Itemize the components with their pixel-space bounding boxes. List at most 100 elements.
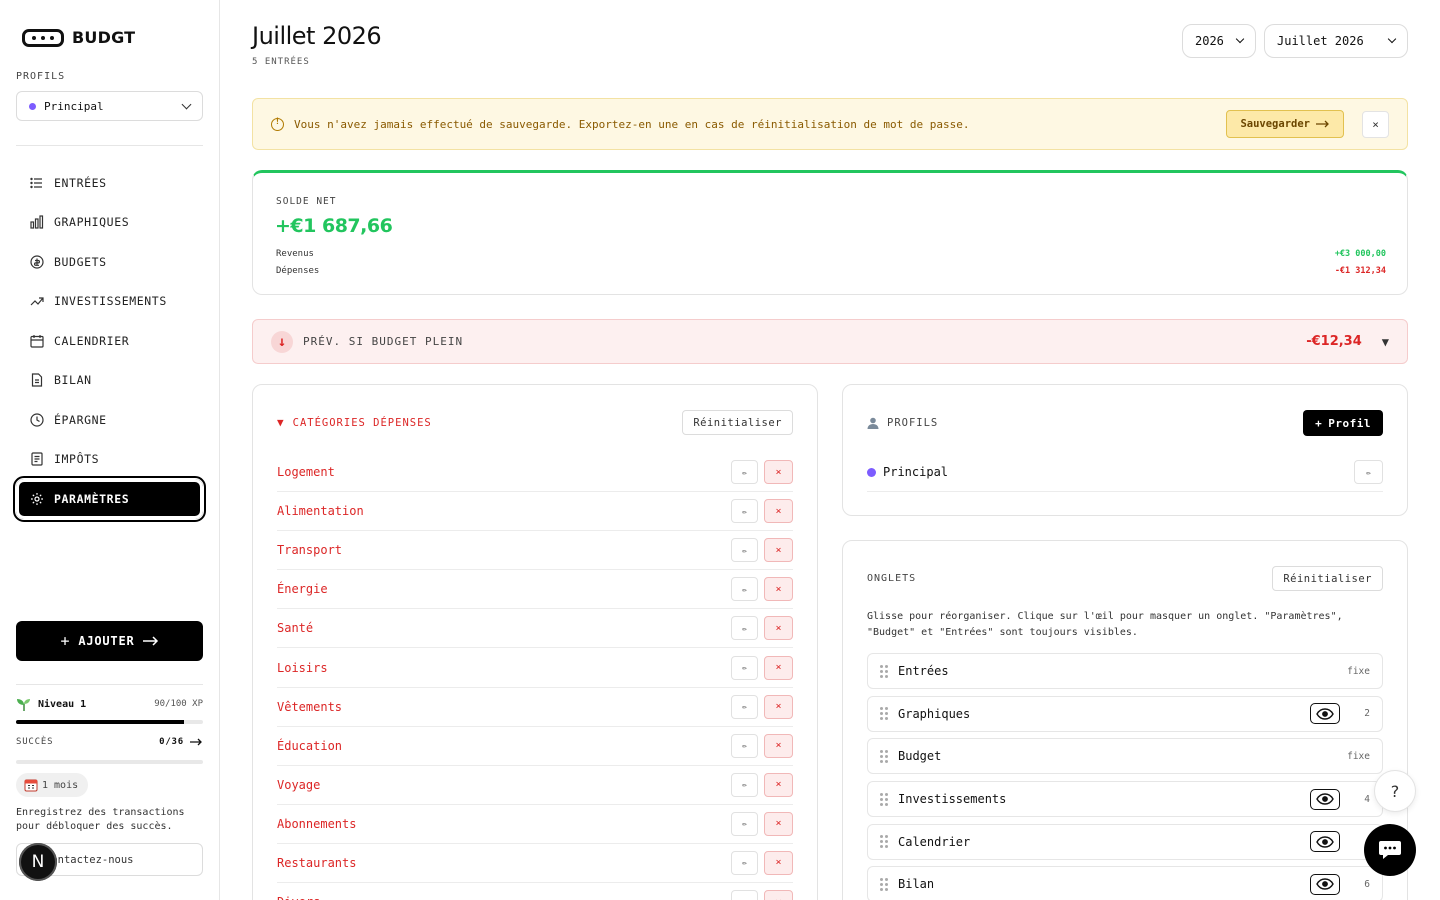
eye-icon bbox=[1316, 707, 1334, 720]
add-profile-button[interactable]: + Profil bbox=[1303, 410, 1383, 436]
edit-category-button[interactable]: ✏ bbox=[731, 499, 758, 524]
delete-category-button[interactable]: × bbox=[764, 811, 793, 836]
tab-order-name: Investissements bbox=[898, 792, 1007, 807]
toggle-visibility-button[interactable] bbox=[1310, 873, 1340, 895]
eye-icon bbox=[1316, 793, 1334, 805]
expense-row: Dépenses -€1 312,34 bbox=[276, 266, 1386, 276]
sidebar-item-graphiques[interactable]: GRAPHIQUES bbox=[16, 203, 203, 243]
tab-order-row[interactable]: Graphiques 2 bbox=[867, 695, 1383, 732]
delete-category-button[interactable]: × bbox=[764, 460, 793, 485]
chevron-down-icon bbox=[181, 99, 192, 109]
tab-order-row[interactable]: Investissements 4 bbox=[867, 781, 1383, 818]
tab-order-row[interactable]: Entrées fixe bbox=[867, 653, 1383, 689]
income-row: Revenus +€3 000,00 bbox=[276, 249, 1386, 259]
month-select[interactable]: Juillet 2026 bbox=[1264, 24, 1408, 58]
add-entry-label: AJOUTER bbox=[78, 634, 135, 648]
sidebar-item-entrees[interactable]: ENTRÉES bbox=[16, 163, 203, 203]
eye-icon bbox=[1316, 878, 1334, 891]
expand-triangle-icon[interactable]: ▼ bbox=[1382, 335, 1389, 349]
delete-category-button[interactable]: × bbox=[764, 655, 793, 680]
tab-order-number: 4 bbox=[1364, 793, 1370, 805]
delete-category-button[interactable]: × bbox=[764, 616, 793, 641]
edit-category-button[interactable]: ✏ bbox=[731, 850, 758, 875]
delete-category-button[interactable]: × bbox=[764, 538, 793, 563]
category-row: Transport ✏ × bbox=[277, 531, 793, 571]
edit-category-button[interactable]: ✏ bbox=[731, 538, 758, 563]
app-logo[interactable]: BUDGT bbox=[22, 28, 135, 47]
edit-category-button[interactable]: ✏ bbox=[731, 616, 758, 641]
tab-order-row[interactable]: Budget fixe bbox=[867, 738, 1383, 775]
app-name: BUDGT bbox=[72, 28, 136, 47]
help-button[interactable]: ? bbox=[1374, 770, 1416, 812]
delete-category-button[interactable]: × bbox=[764, 499, 793, 524]
sidebar-item-calendrier[interactable]: CALENDRIER bbox=[16, 321, 203, 361]
profiles-title-text: PROFILS bbox=[887, 417, 939, 429]
profile-select[interactable]: Principal bbox=[16, 91, 203, 121]
sidebar-item-label: CALENDRIER bbox=[54, 333, 130, 348]
edit-category-button[interactable]: ✏ bbox=[731, 772, 758, 797]
plus-icon: + bbox=[60, 632, 71, 650]
receipt-icon bbox=[31, 452, 43, 466]
category-row: Restaurants ✏ × bbox=[277, 844, 793, 884]
tab-order-row[interactable]: Calendrier bbox=[867, 823, 1383, 860]
sidebar-item-parametres[interactable]: PARAMÈTRES bbox=[13, 476, 206, 522]
entries-count: 5 ENTRÉES bbox=[252, 57, 310, 67]
sidebar-item-epargne[interactable]: ÉPARGNE bbox=[16, 400, 203, 440]
tab-order-row[interactable]: Bilan 6 bbox=[867, 866, 1383, 900]
eye-icon bbox=[1316, 836, 1334, 848]
year-select[interactable]: 2026 bbox=[1182, 24, 1256, 58]
delete-category-button[interactable]: × bbox=[764, 850, 793, 875]
coin-icon bbox=[30, 255, 44, 269]
reset-categories-button[interactable]: Réinitialiser bbox=[682, 410, 793, 435]
sidebar-divider bbox=[16, 145, 203, 146]
sidebar: BUDGT PROFILS Principal ENTRÉES GRAPHIQU… bbox=[0, 0, 220, 900]
backup-save-button[interactable]: Sauvegarder bbox=[1226, 110, 1344, 138]
avatar[interactable]: N bbox=[19, 843, 57, 881]
close-icon[interactable]: × bbox=[1362, 110, 1389, 138]
page-title: Juillet 2026 bbox=[252, 22, 382, 50]
chat-button[interactable] bbox=[1364, 824, 1416, 876]
edit-category-button[interactable]: ✏ bbox=[731, 890, 758, 900]
category-row: Loisirs ✏ × bbox=[277, 648, 793, 688]
toggle-visibility-button[interactable] bbox=[1310, 703, 1340, 725]
drag-handle-icon[interactable] bbox=[880, 792, 888, 806]
edit-category-button[interactable]: ✏ bbox=[731, 694, 758, 719]
tabs-title: ONGLETS bbox=[867, 573, 917, 584]
sidebar-item-investissements[interactable]: INVESTISSEMENTS bbox=[16, 282, 203, 322]
category-name: Éducation bbox=[277, 738, 343, 753]
delete-category-button[interactable]: × bbox=[764, 733, 793, 758]
delete-category-button[interactable]: × bbox=[764, 694, 793, 719]
clock-icon bbox=[30, 413, 44, 427]
drag-handle-icon[interactable] bbox=[880, 707, 888, 721]
sidebar-item-impots[interactable]: IMPÔTS bbox=[16, 440, 203, 480]
delete-category-button[interactable]: × bbox=[764, 890, 793, 900]
edit-category-button[interactable]: ✏ bbox=[731, 733, 758, 758]
chat-bubble-icon bbox=[1379, 841, 1401, 859]
drag-handle-icon[interactable] bbox=[880, 749, 888, 763]
calendar-icon bbox=[30, 334, 44, 348]
drag-handle-icon[interactable] bbox=[880, 835, 888, 849]
edit-profile-button[interactable]: ✏ bbox=[1354, 460, 1383, 484]
sidebar-item-label: BUDGETS bbox=[54, 254, 107, 269]
year-select-value: 2026 bbox=[1195, 34, 1224, 48]
edit-category-button[interactable]: ✏ bbox=[731, 460, 758, 485]
delete-category-button[interactable]: × bbox=[764, 577, 793, 602]
sidebar-item-bilan[interactable]: BILAN bbox=[16, 361, 203, 401]
forecast-panel[interactable]: ↓ PRÉV. SI BUDGET PLEIN -€12,34 ▼ bbox=[252, 319, 1408, 364]
success-link[interactable]: SUCCÈS 0/36 bbox=[16, 737, 203, 747]
reset-tabs-button[interactable]: Réinitialiser bbox=[1272, 566, 1383, 591]
edit-category-button[interactable]: ✏ bbox=[731, 655, 758, 680]
toggle-visibility-button[interactable] bbox=[1310, 831, 1340, 853]
edit-category-button[interactable]: ✏ bbox=[731, 577, 758, 602]
sidebar-item-label: PARAMÈTRES bbox=[54, 491, 130, 506]
expense-label: Dépenses bbox=[276, 266, 320, 276]
toggle-visibility-button[interactable] bbox=[1310, 788, 1340, 810]
edit-category-button[interactable]: ✏ bbox=[731, 811, 758, 836]
tab-order-name: Bilan bbox=[898, 877, 935, 892]
sidebar-item-label: INVESTISSEMENTS bbox=[54, 294, 167, 309]
drag-handle-icon[interactable] bbox=[880, 664, 888, 678]
delete-category-button[interactable]: × bbox=[764, 772, 793, 797]
drag-handle-icon[interactable] bbox=[880, 877, 888, 891]
sidebar-item-budgets[interactable]: BUDGETS bbox=[16, 242, 203, 282]
add-entry-button[interactable]: + AJOUTER bbox=[16, 621, 203, 661]
